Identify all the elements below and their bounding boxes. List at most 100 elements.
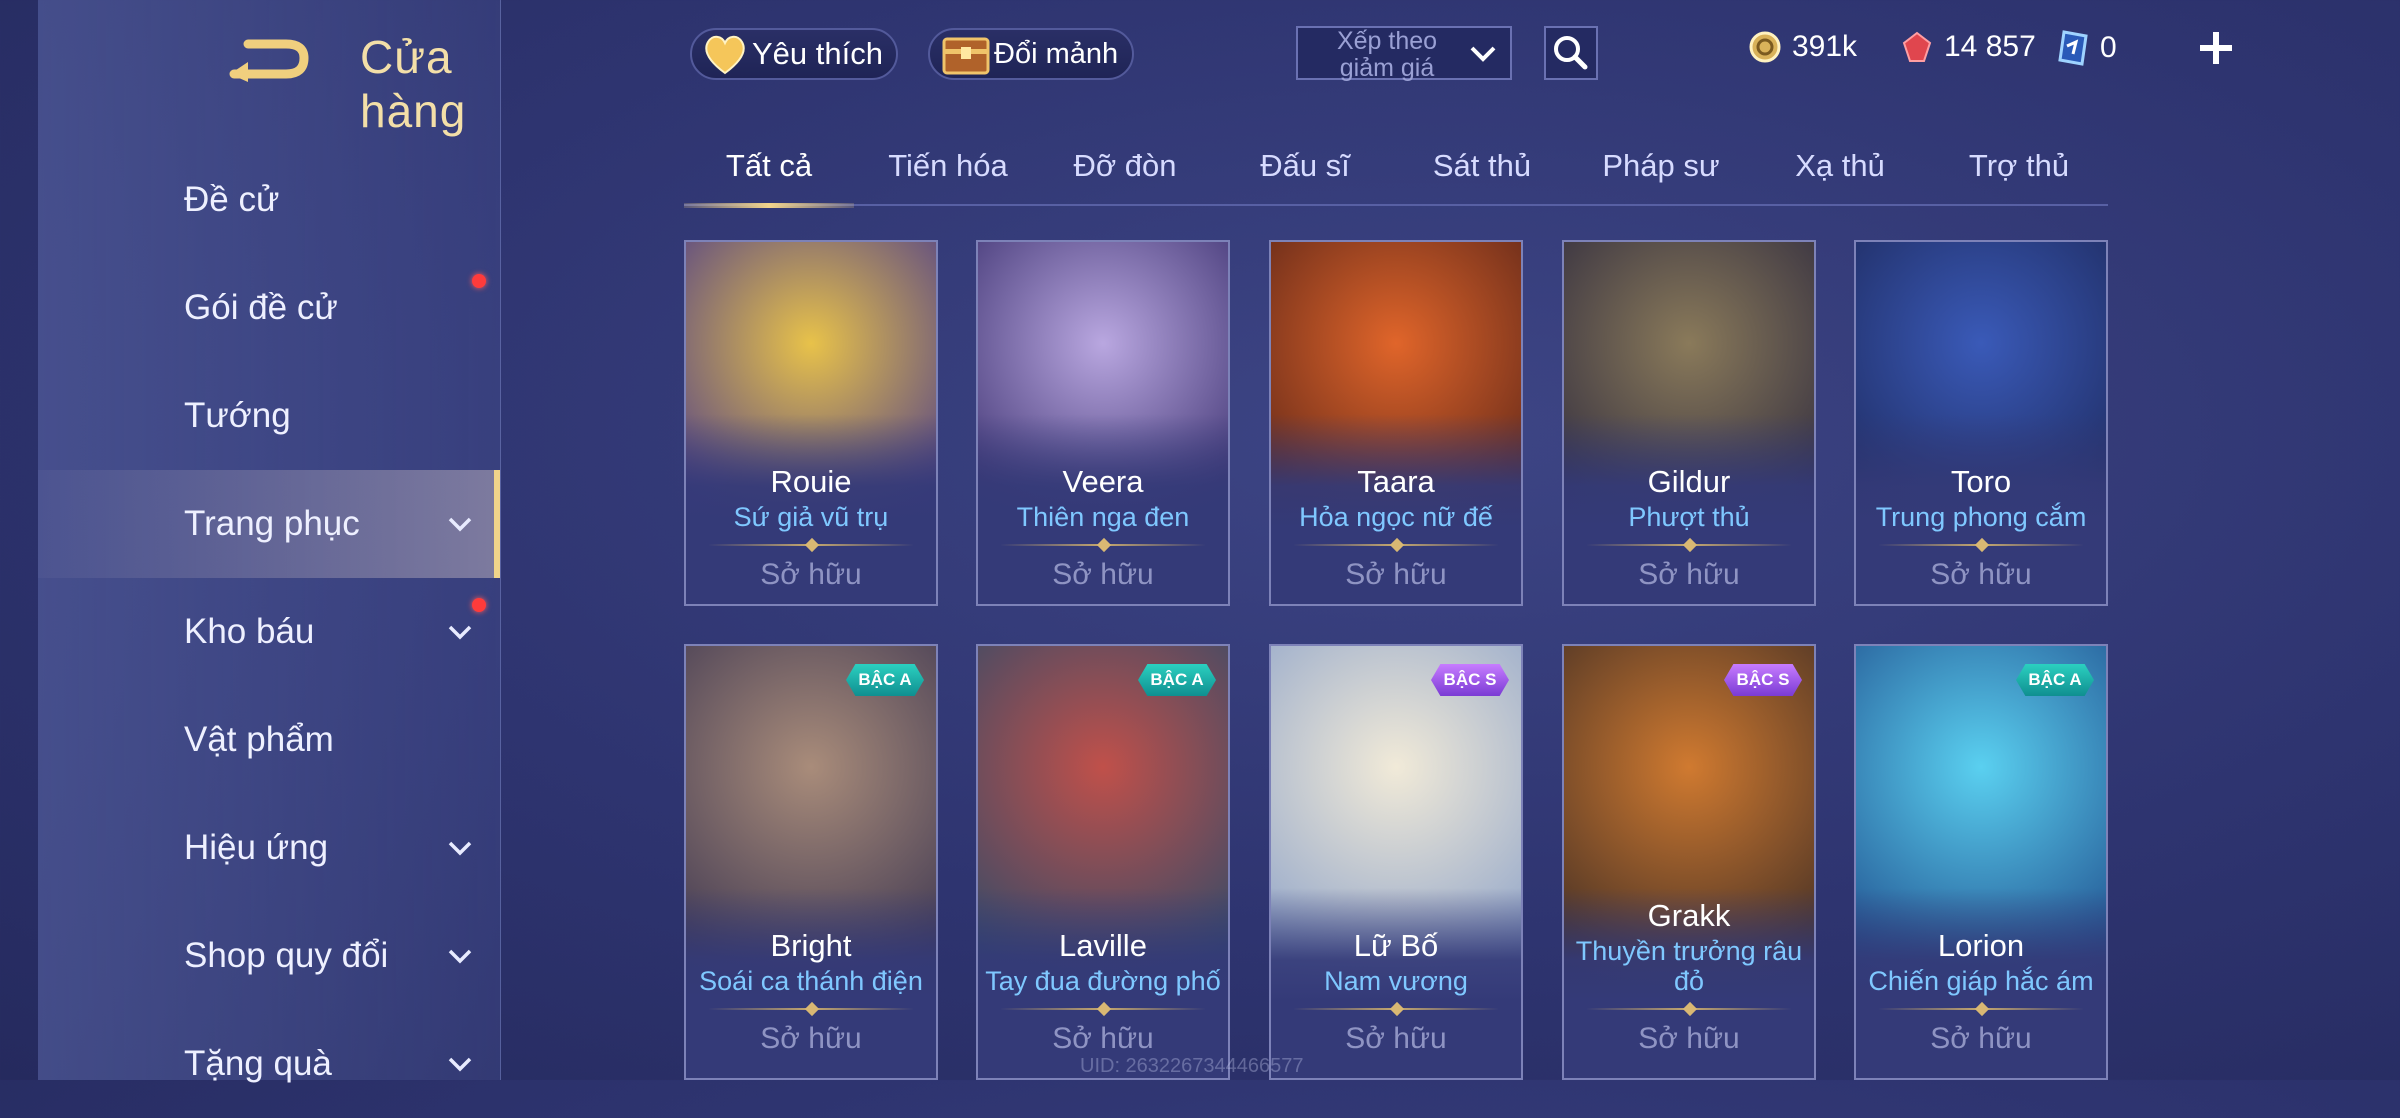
page-title: Cửa hàng [360, 31, 467, 137]
skin-name: Thuyền trưởng râu đỏ [1575, 936, 1803, 996]
sidebar-item-label: Tặng quà [184, 1044, 332, 1083]
skin-card[interactable]: Gildur Phượt thủ Sở hữu [1562, 240, 1816, 606]
back-button[interactable] [226, 36, 310, 86]
skin-card[interactable]: Grakk Thuyền trưởng râu đỏ Sở hữu BẬC S [1562, 644, 1816, 1080]
hero-name: Taara [1357, 464, 1435, 499]
tier-badge: BẬC A [2016, 664, 2094, 696]
sidebar-item-label: Gói đề cử [184, 288, 338, 327]
hero-name: Lorion [1937, 928, 2025, 963]
sidebar-menu: Đề cử Gói đề cử Tướng Trang phục Kho báu Vật … [38, 146, 500, 1118]
hero-name: Toro [1950, 464, 2012, 499]
chevron-down-icon [448, 1057, 472, 1072]
owned-status: Sở hữu [1052, 558, 1154, 591]
exchange-shards-button[interactable]: Đổi mảnh [928, 28, 1134, 80]
voucher-currency: 0 [2056, 30, 2117, 66]
gold-coin-icon [1749, 31, 1781, 63]
ruby-icon [1902, 31, 1932, 62]
skin-card[interactable]: Bright Soái ca thánh điện Sở hữu BẬC A [684, 644, 938, 1080]
gold-currency: 391k [1748, 30, 1857, 64]
owned-status: Sở hữu [1638, 558, 1740, 591]
sidebar-item[interactable]: Shop quy đổi [38, 902, 500, 1010]
sidebar-item-label: Đề cử [184, 180, 280, 219]
tab-evolution[interactable]: Tiến hóa [888, 148, 1008, 184]
hero-name: Rouie [770, 464, 852, 499]
skin-name: Sứ giả vũ trụ [733, 502, 889, 532]
sidebar-item-label: Shop quy đổi [184, 936, 389, 975]
hero-name: Laville [1059, 928, 1147, 963]
skin-card[interactable]: Laville Tay đua đường phố Sở hữu BẬC A [976, 644, 1230, 1080]
skin-card[interactable]: Rouie Sứ giả vũ trụ Sở hữu [684, 240, 938, 606]
sort-label: Xếp theo giảm giá [1336, 27, 1438, 82]
plus-icon [2200, 32, 2232, 64]
owned-status: Sở hữu [1638, 1022, 1740, 1055]
tier-badge: BẬC S [1431, 664, 1509, 696]
owned-status: Sở hữu [1930, 558, 2032, 591]
sidebar-item-label: Hiệu ứng [184, 828, 329, 867]
skin-card[interactable]: Taara Hỏa ngọc nữ đế Sở hữu [1269, 240, 1523, 606]
tier-badge: BẬC S [1724, 664, 1802, 696]
sidebar-item[interactable]: Tướng [38, 362, 500, 470]
sidebar-item[interactable]: Đề cử [38, 146, 500, 254]
skin-name: Nam vương [1324, 966, 1468, 996]
tier-badge: BẬC A [846, 664, 924, 696]
voucher-icon [2058, 30, 2088, 66]
hero-name: Gildur [1647, 464, 1731, 499]
notification-dot [472, 598, 486, 612]
skin-name: Phượt thủ [1628, 502, 1750, 532]
gold-amount: 391k [1792, 30, 1858, 63]
sidebar-item[interactable]: Vật phẩm [38, 686, 500, 794]
skin-name: Trung phong cắm [1875, 502, 2087, 532]
heart-icon [705, 35, 745, 75]
back-arrow-icon [229, 39, 309, 82]
tier-badge: BẬC A [1138, 664, 1216, 696]
favorite-label: Yêu thích [752, 36, 883, 71]
skin-card[interactable]: Veera Thiên nga đen Sở hữu [976, 240, 1230, 606]
skin-card[interactable]: Lữ Bố Nam vương Sở hữu BẬC S [1269, 644, 1523, 1080]
tab-all[interactable]: Tất cả [726, 148, 812, 184]
tab-marksman[interactable]: Xạ thủ [1795, 148, 1885, 184]
notification-dot [472, 274, 486, 288]
tab-support[interactable]: Trợ thủ [1969, 148, 2069, 184]
search-button[interactable] [1544, 26, 1598, 80]
owned-status: Sở hữu [760, 558, 862, 591]
owned-status: Sở hữu [760, 1022, 862, 1055]
sidebar-item[interactable]: Hiệu ứng [38, 794, 500, 902]
sidebar-item-label: Kho báu [184, 612, 315, 651]
sidebar-item-label: Vật phẩm [184, 720, 334, 759]
favorite-button[interactable]: Yêu thích [690, 28, 898, 80]
skin-name: Thiên nga đen [1016, 502, 1190, 532]
sidebar-item[interactable]: Kho báu [38, 578, 500, 686]
tab-tank[interactable]: Đỡ đòn [1073, 148, 1176, 184]
tab-fighter[interactable]: Đấu sĩ [1260, 148, 1350, 184]
sidebar-item[interactable]: Gói đề cử [38, 254, 500, 362]
sidebar-item-label: Tướng [184, 396, 291, 435]
owned-status: Sở hữu [1345, 1022, 1447, 1055]
owned-status: Sở hữu [1052, 1022, 1154, 1055]
sort-dropdown[interactable]: Xếp theo giảm giá [1296, 26, 1512, 82]
exchange-label: Đổi mảnh [994, 37, 1119, 70]
skin-card[interactable]: Lorion Chiến giáp hắc ám Sở hữu BẬC A [1854, 644, 2108, 1080]
chevron-down-icon [448, 517, 472, 532]
owned-status: Sở hữu [1345, 558, 1447, 591]
hero-name: Grakk [1647, 898, 1731, 933]
top-up-button[interactable] [2196, 28, 2236, 68]
role-tabs: Tất cả Tiến hóa Đỡ đòn Đấu sĩ Sát thủ Ph… [684, 140, 2108, 208]
ruby-amount: 14 857 [1944, 30, 2036, 63]
skin-name: Chiến giáp hắc ám [1868, 966, 2094, 996]
ruby-currency: 14 857 [1900, 30, 2036, 64]
hero-name: Veera [1062, 464, 1144, 499]
skin-name: Tay đua đường phố [985, 966, 1221, 996]
voucher-amount: 0 [2100, 31, 2117, 64]
chevron-down-icon [448, 841, 472, 856]
tab-assassin[interactable]: Sát thủ [1433, 148, 1531, 184]
tab-mage[interactable]: Pháp sư [1602, 148, 1719, 184]
sidebar-item[interactable]: Trang phục [38, 470, 500, 578]
owned-status: Sở hữu [1930, 1022, 2032, 1055]
skin-card[interactable]: Toro Trung phong cắm Sở hữu [1854, 240, 2108, 606]
category-sidebar: Cửa hàng Đề cử Gói đề cử Tướng Trang phục Kh… [38, 0, 501, 1083]
chevron-down-icon [1470, 46, 1496, 62]
sidebar-item-label: Trang phục [184, 504, 360, 543]
sidebar-item[interactable]: Tặng quà [38, 1010, 500, 1118]
skin-name: Soái ca thánh điện [699, 966, 923, 996]
skin-name: Hỏa ngọc nữ đế [1299, 502, 1493, 532]
